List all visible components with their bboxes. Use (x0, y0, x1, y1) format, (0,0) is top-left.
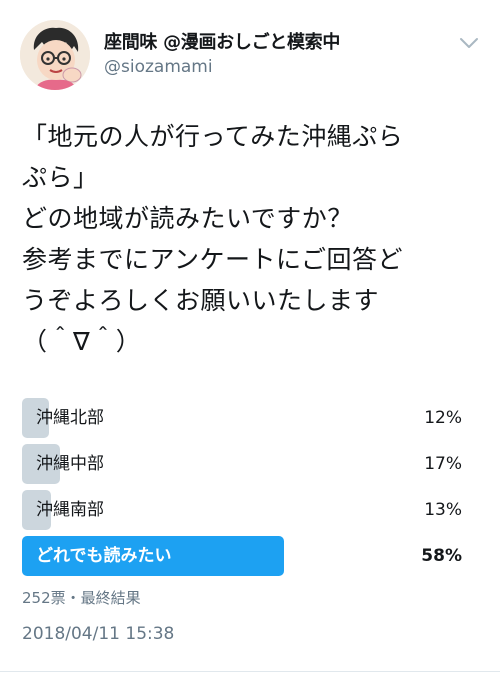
cartoon-avatar-icon (20, 20, 90, 90)
divider (0, 671, 500, 672)
avatar[interactable] (20, 20, 90, 90)
poll-choice-percent: 58% (421, 546, 462, 566)
poll-choice-north[interactable]: 沖縄北部 12% (22, 398, 474, 438)
tweet-text: 「地元の人が行ってみた沖縄ぷら ぷら」 どの地域が読みたいですか？ 参考までにア… (22, 122, 404, 356)
tweet: 座間味 @漫画おしごと模索中 @siozamami 「地元の人が行ってみた沖縄ぷ… (0, 0, 500, 685)
poll-choice-label: 沖縄北部 (36, 408, 104, 428)
poll-choice-label: 沖縄南部 (36, 500, 104, 520)
poll-choice-label: 沖縄中部 (36, 454, 104, 474)
poll-choice-central[interactable]: 沖縄中部 17% (22, 444, 474, 484)
chevron-down-icon[interactable] (458, 36, 480, 50)
poll-choice-percent: 17% (424, 454, 462, 474)
poll-meta: 252票・最終結果 (22, 589, 141, 607)
poll-choice-south[interactable]: 沖縄南部 13% (22, 490, 474, 530)
tweet-timestamp[interactable]: 2018/04/11 15:38 (22, 624, 174, 644)
poll-choice-percent: 12% (424, 408, 462, 428)
poll-choice-percent: 13% (424, 500, 462, 520)
poll-choice-any[interactable]: どれでも読みたい 58% (22, 536, 474, 576)
user-handle[interactable]: @siozamami (104, 57, 213, 77)
poll: 沖縄北部 12% 沖縄中部 17% 沖縄南部 13% どれでも読みたい 58% (22, 398, 474, 582)
poll-choice-label: どれでも読みたい (36, 546, 172, 566)
display-name[interactable]: 座間味 @漫画おしごと模索中 (104, 28, 340, 54)
